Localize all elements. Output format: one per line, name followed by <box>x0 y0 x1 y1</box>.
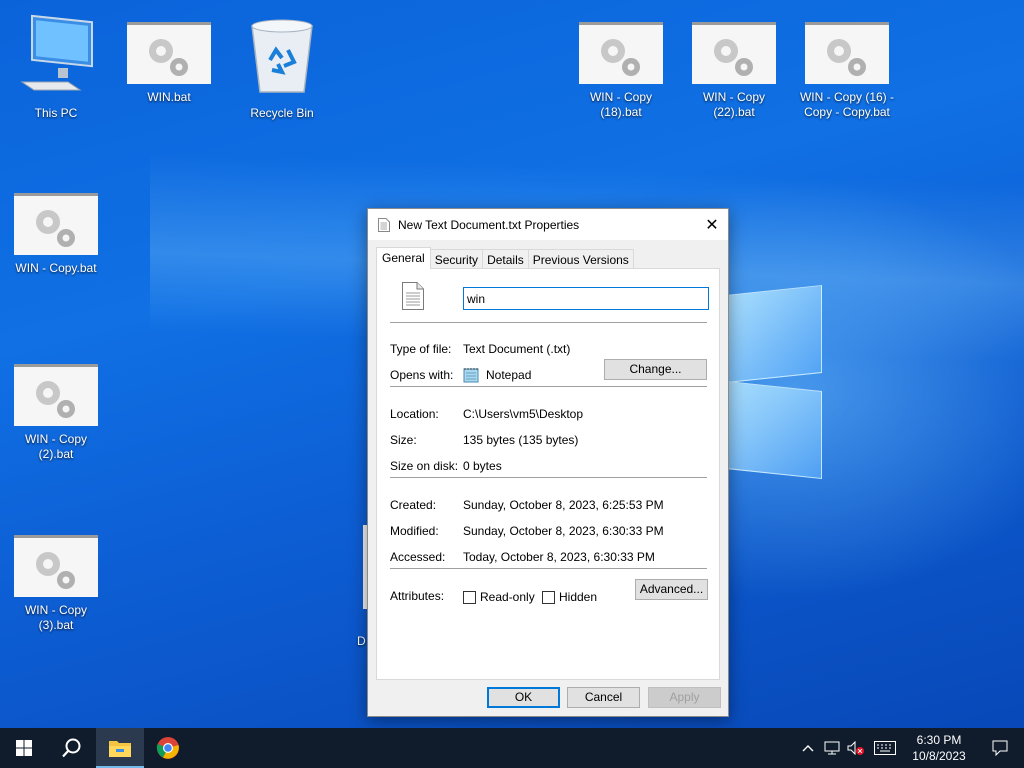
notepad-icon <box>463 368 479 383</box>
separator <box>390 568 707 569</box>
taskbar: 6:30 PM 10/8/2023 <box>0 728 1024 768</box>
desktop-icon-win-copy-3[interactable]: WIN - Copy (3).bat <box>8 535 104 633</box>
desktop-icon-win-copy[interactable]: WIN - Copy.bat <box>8 193 104 276</box>
created-value: Sunday, October 8, 2023, 6:25:53 PM <box>463 498 664 512</box>
dialog-titlebar[interactable]: New Text Document.txt Properties ✕ <box>368 209 728 240</box>
batch-file-icon <box>579 22 663 84</box>
taskbar-chrome[interactable] <box>144 728 192 768</box>
file-name-input[interactable] <box>463 287 709 310</box>
accessed-label: Accessed: <box>390 550 446 564</box>
chevron-up-icon <box>802 745 814 752</box>
close-button[interactable]: ✕ <box>696 209 728 240</box>
taskbar-file-explorer[interactable] <box>96 728 144 768</box>
show-hidden-icons-button[interactable] <box>796 728 820 768</box>
system-tray: 6:30 PM 10/8/2023 <box>796 728 1024 768</box>
modified-value: Sunday, October 8, 2023, 6:30:33 PM <box>463 524 664 538</box>
desktop-icon-label: Recycle Bin <box>250 106 314 120</box>
separator <box>390 322 707 323</box>
text-document-icon <box>402 282 424 310</box>
desktop-icon-label: WIN - Copy (2).bat <box>24 432 87 461</box>
folder-icon <box>109 741 131 757</box>
batch-file-icon <box>805 22 889 84</box>
clock-time: 6:30 PM <box>916 733 962 747</box>
readonly-checkbox[interactable]: Read-only <box>463 590 535 604</box>
search-button[interactable] <box>48 728 96 768</box>
desktop-icon-recycle-bin[interactable]: Recycle Bin <box>234 10 330 121</box>
checkbox-box <box>463 590 476 604</box>
modified-label: Modified: <box>390 524 439 538</box>
clock-date: 10/8/2023 <box>912 749 966 763</box>
desktop-icon-win-copy-18[interactable]: WIN - Copy (18).bat <box>573 22 669 120</box>
windows-start-icon <box>16 740 32 756</box>
desktop-icon-win-bat[interactable]: WIN.bat <box>121 22 217 105</box>
chrome-icon <box>156 737 179 759</box>
readonly-label: Read-only <box>480 590 535 604</box>
dialog-title: New Text Document.txt Properties <box>398 217 580 232</box>
desktop-icon-win-copy-2[interactable]: WIN - Copy (2).bat <box>8 364 104 462</box>
touch-keyboard-icon <box>874 741 896 755</box>
notification-icon <box>992 740 1008 756</box>
desktop-icon-win-copy-22[interactable]: WIN - Copy (22).bat <box>686 22 782 120</box>
cancel-button[interactable]: Cancel <box>567 687 640 708</box>
close-icon: ✕ <box>705 216 719 234</box>
text-file-icon <box>378 217 390 232</box>
action-center-button[interactable] <box>976 728 1024 768</box>
size-label: Size: <box>390 433 417 447</box>
desktop-icon-label: WIN.bat <box>147 90 191 104</box>
network-button[interactable] <box>820 728 844 768</box>
clock[interactable]: 6:30 PM 10/8/2023 <box>902 732 976 764</box>
accessed-value: Today, October 8, 2023, 6:30:33 PM <box>463 550 655 564</box>
general-panel: Type of file: Text Document (.txt) Opens… <box>376 268 720 680</box>
batch-file-icon <box>14 535 98 597</box>
network-icon <box>824 741 840 755</box>
tab-strip: General Security Details Previous Versio… <box>376 247 634 269</box>
start-button[interactable] <box>0 728 48 768</box>
batch-file-icon <box>14 193 98 255</box>
batch-file-icon <box>14 364 98 426</box>
hidden-desktop-icon-label: D <box>357 634 366 648</box>
desktop-icon-win-copy-16[interactable]: WIN - Copy (16) - Copy - Copy.bat <box>799 22 895 120</box>
recycle-bin-icon <box>251 19 313 93</box>
properties-dialog: New Text Document.txt Properties ✕ Gener… <box>367 208 729 717</box>
apply-button[interactable]: Apply <box>648 687 721 708</box>
attributes-label: Attributes: <box>390 589 445 603</box>
location-label: Location: <box>390 407 439 421</box>
volume-button[interactable] <box>844 728 868 768</box>
desktop-icon-label: WIN - Copy (3).bat <box>24 603 87 632</box>
tab-previous-versions[interactable]: Previous Versions <box>527 249 634 269</box>
desktop-icon-label: This PC <box>34 106 78 120</box>
hidden-checkbox[interactable]: Hidden <box>542 590 597 604</box>
separator <box>390 477 707 478</box>
desktop-icon-label: WIN - Copy (22).bat <box>702 90 765 119</box>
size-on-disk-value: 0 bytes <box>463 459 502 473</box>
windows-logo-wallpaper <box>726 284 824 482</box>
desktop-icon-label: WIN - Copy (16) - Copy - Copy.bat <box>799 90 894 119</box>
size-value: 135 bytes (135 bytes) <box>463 433 579 447</box>
created-label: Created: <box>390 498 437 512</box>
volume-muted-icon <box>847 741 864 755</box>
desktop-icon-label: WIN - Copy (18).bat <box>589 90 652 119</box>
opens-with-label: Opens with: <box>390 368 454 382</box>
tab-general[interactable]: General <box>376 247 431 269</box>
batch-file-icon <box>127 22 211 84</box>
opens-with-value: Notepad <box>486 368 532 382</box>
hidden-label: Hidden <box>559 590 598 604</box>
search-icon <box>62 738 81 758</box>
advanced-button[interactable]: Advanced... <box>635 579 708 600</box>
ok-button[interactable]: OK <box>487 687 560 708</box>
keyboard-button[interactable] <box>868 728 902 768</box>
tab-security[interactable]: Security <box>429 249 484 269</box>
type-label: Type of file: <box>390 342 452 356</box>
separator <box>390 386 707 387</box>
desktop-icon-this-pc[interactable]: This PC <box>8 10 104 121</box>
tab-details[interactable]: Details <box>482 249 529 269</box>
computer-icon <box>20 14 93 91</box>
size-on-disk-label: Size on disk: <box>390 459 459 473</box>
change-button[interactable]: Change... <box>604 359 707 380</box>
batch-file-icon <box>692 22 776 84</box>
location-value: C:\Users\vm5\Desktop <box>463 407 584 421</box>
checkbox-box <box>542 590 555 604</box>
type-value: Text Document (.txt) <box>463 342 571 356</box>
desktop-icon-label: WIN - Copy.bat <box>15 261 97 275</box>
